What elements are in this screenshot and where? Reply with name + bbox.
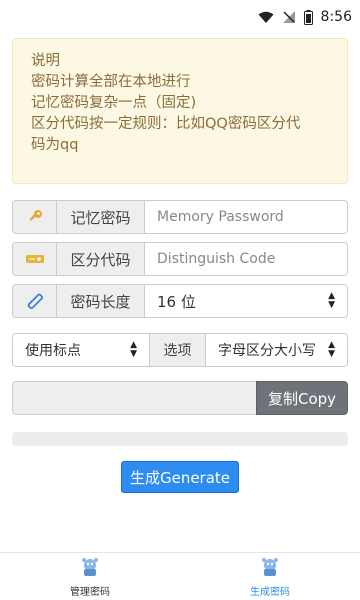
- wifi-icon: [258, 11, 274, 24]
- select-caret-icon: ▲ ▼: [130, 340, 137, 359]
- punctuation-select[interactable]: 使用标点 ▲ ▼: [12, 333, 150, 367]
- strength-bar: [12, 432, 348, 446]
- notice-line: 记忆密码复杂一点（固定): [31, 95, 197, 111]
- password-length-select[interactable]: 16 位 ▲ ▼: [145, 285, 347, 317]
- status-time: 8:56: [320, 9, 352, 25]
- tab-label: 管理密码: [70, 586, 110, 598]
- case-option-value: 字母区分大小写: [218, 343, 316, 359]
- result-output[interactable]: [12, 381, 256, 415]
- tab-generate-password[interactable]: 生成密码: [180, 553, 360, 600]
- battery-icon: [303, 9, 313, 25]
- ruler-icon: [13, 285, 57, 317]
- select-caret-icon: ▲ ▼: [328, 340, 335, 359]
- status-bar: 8:56: [0, 0, 360, 34]
- robot-icon: [79, 556, 101, 581]
- select-caret-icon: ▲ ▼: [328, 291, 335, 310]
- password-length-label: 密码长度: [57, 285, 145, 317]
- generate-button[interactable]: 生成Generate: [121, 461, 239, 493]
- punctuation-value: 使用标点: [25, 343, 81, 359]
- case-option-select[interactable]: 字母区分大小写 ▲ ▼: [206, 333, 348, 367]
- notice-line: 区分代码按一定规则：比如QQ密码区分代: [31, 116, 301, 132]
- password-length-group: 密码长度 16 位 ▲ ▼: [12, 284, 348, 318]
- ticket-icon: [13, 243, 57, 275]
- memory-password-group: 记忆密码: [12, 200, 348, 234]
- no-signal-icon: [282, 10, 296, 24]
- distinguish-code-group: 区分代码: [12, 242, 348, 276]
- memory-password-label: 记忆密码: [57, 201, 145, 233]
- notice-line: 密码计算全部在本地进行: [31, 74, 191, 90]
- notice-line: 码为qq: [31, 137, 79, 153]
- tab-label: 生成密码: [250, 586, 290, 598]
- options-group: 使用标点 ▲ ▼ 选项 字母区分大小写 ▲ ▼: [12, 333, 348, 367]
- result-group: 复制Copy: [12, 381, 348, 415]
- bottom-tab-bar: 管理密码 生成密码: [0, 552, 360, 600]
- info-notice: 说明 密码计算全部在本地进行 记忆密码复杂一点（固定) 区分代码按一定规则：比如…: [12, 38, 348, 184]
- key-icon: [13, 201, 57, 233]
- memory-password-input[interactable]: [157, 209, 335, 225]
- distinguish-code-label: 区分代码: [57, 243, 145, 275]
- tab-manage-password[interactable]: 管理密码: [0, 553, 180, 600]
- options-label: 选项: [150, 333, 206, 367]
- copy-button[interactable]: 复制Copy: [256, 381, 348, 415]
- notice-line: 说明: [31, 53, 60, 69]
- distinguish-code-input[interactable]: [157, 251, 335, 267]
- robot-icon: [259, 556, 281, 581]
- password-length-value: 16 位: [157, 292, 196, 311]
